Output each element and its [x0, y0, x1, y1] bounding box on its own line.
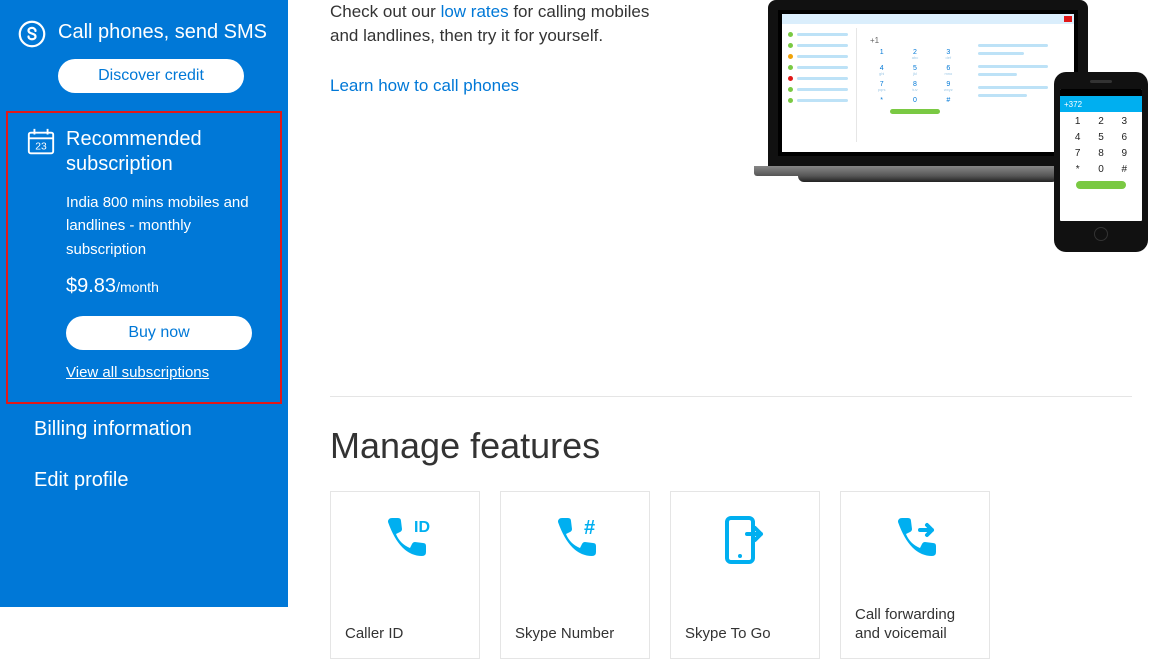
devices-illustration: +1 1 2abc3def 4ghi5jkl6mno 7pqrs8tuv9wxy…	[768, 0, 1148, 250]
feature-label: Call forwarding and voicemail	[855, 605, 975, 644]
discover-credit-button[interactable]: Discover credit	[58, 59, 244, 93]
main-content: Check out our low rates for calling mobi…	[288, 0, 1160, 607]
svg-text:23: 23	[35, 142, 47, 153]
sidebar-credit-block: Call phones, send SMS Discover credit	[0, 14, 288, 111]
skype-number-icon: #	[515, 510, 635, 570]
credit-title: Call phones, send SMS	[58, 20, 270, 45]
sidebar: Call phones, send SMS Discover credit 23…	[0, 0, 288, 607]
view-all-subscriptions-link[interactable]: View all subscriptions	[66, 364, 209, 381]
feature-caller-id[interactable]: ID Caller ID	[330, 491, 480, 659]
billing-information-link[interactable]: Billing information	[0, 404, 288, 455]
call-forwarding-icon	[855, 510, 975, 570]
skype-credit-icon	[18, 20, 58, 93]
svg-text:#: #	[584, 517, 595, 539]
feature-label: Caller ID	[345, 624, 465, 644]
price-per: /month	[116, 279, 159, 295]
recommended-desc: India 800 mins mobiles and landlines - m…	[66, 191, 262, 261]
recommended-subscription-highlight: 23 Recommended subscription India 800 mi…	[6, 111, 282, 404]
feature-cards: ID Caller ID # Skype Number Skype To Go …	[330, 491, 1132, 659]
svg-text:ID: ID	[414, 519, 430, 536]
buy-now-button[interactable]: Buy now	[66, 316, 252, 350]
feature-skype-number[interactable]: # Skype Number	[500, 491, 650, 659]
feature-label: Skype To Go	[685, 624, 805, 644]
intro-pre: Check out our	[330, 2, 441, 21]
skype-to-go-icon	[685, 510, 805, 570]
caller-id-icon: ID	[345, 510, 465, 570]
laptop-mock: +1 1 2abc3def 4ghi5jkl6mno 7pqrs8tuv9wxy…	[768, 0, 1088, 182]
edit-profile-link[interactable]: Edit profile	[0, 455, 288, 506]
manage-features-title: Manage features	[330, 425, 1132, 467]
feature-skype-to-go[interactable]: Skype To Go	[670, 491, 820, 659]
phone-dial-header: +372	[1060, 96, 1142, 112]
learn-call-phones-link[interactable]: Learn how to call phones	[330, 76, 519, 96]
intro-text: Check out our low rates for calling mobi…	[330, 0, 660, 48]
calendar-icon: 23	[26, 127, 66, 382]
feature-label: Skype Number	[515, 624, 635, 644]
phone-mock: +372 123 456 789 *0#	[1054, 72, 1148, 252]
feature-call-forwarding[interactable]: Call forwarding and voicemail	[840, 491, 990, 659]
price-amount: $9.83	[66, 275, 116, 297]
recommended-title: Recommended subscription	[66, 127, 262, 177]
recommended-price: $9.83/month	[66, 275, 262, 298]
divider	[330, 396, 1132, 397]
low-rates-link[interactable]: low rates	[441, 2, 509, 21]
